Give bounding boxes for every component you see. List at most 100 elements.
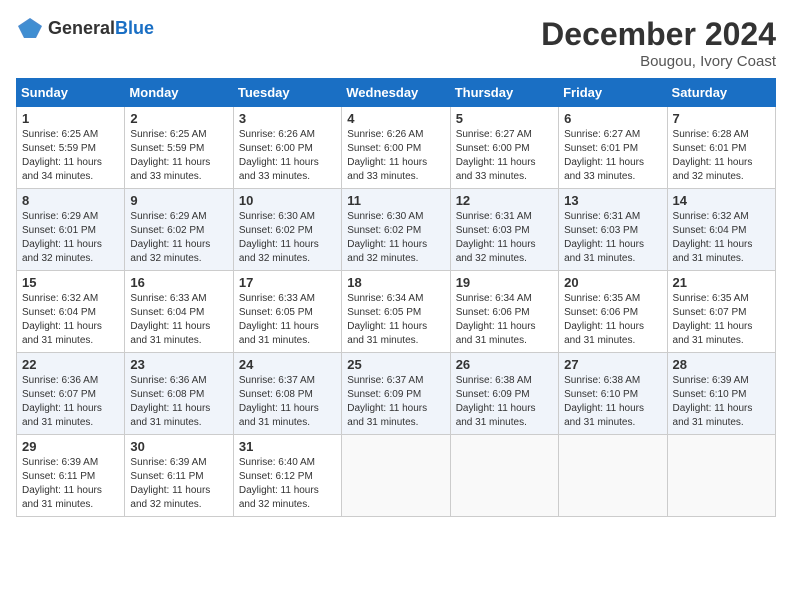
day-number: 19 [456, 275, 553, 290]
day-info: Sunrise: 6:28 AMSunset: 6:01 PMDaylight:… [673, 129, 753, 182]
day-info: Sunrise: 6:31 AMSunset: 6:03 PMDaylight:… [564, 211, 644, 264]
day-info: Sunrise: 6:32 AMSunset: 6:04 PMDaylight:… [673, 211, 753, 264]
day-number: 27 [564, 357, 661, 372]
calendar-cell: 10Sunrise: 6:30 AMSunset: 6:02 PMDayligh… [233, 189, 341, 271]
calendar-cell: 18 Sunrise: 6:34 AMSunset: 6:05 PMDayligh… [342, 271, 450, 353]
calendar-cell: 28Sunrise: 6:39 AMSunset: 6:10 PMDayligh… [667, 353, 775, 435]
calendar-header-row: SundayMondayTuesdayWednesdayThursdayFrid… [17, 79, 776, 107]
day-info: Sunrise: 6:35 AMSunset: 6:06 PMDaylight:… [564, 293, 644, 346]
day-number: 21 [673, 275, 770, 290]
day-info: Sunrise: 6:35 AMSunset: 6:07 PMDaylight:… [673, 293, 753, 346]
calendar-cell: 3 Sunrise: 6:26 AMSunset: 6:00 PMDaylight… [233, 107, 341, 189]
calendar-cell: 6 Sunrise: 6:27 AMSunset: 6:01 PMDaylight… [559, 107, 667, 189]
calendar-cell: 9 Sunrise: 6:29 AMSunset: 6:02 PMDaylight… [125, 189, 233, 271]
day-info: Sunrise: 6:36 AMSunset: 6:08 PMDaylight:… [130, 375, 210, 428]
calendar-week-row: 22Sunrise: 6:36 AMSunset: 6:07 PMDayligh… [17, 353, 776, 435]
calendar-cell: 2Sunrise: 6:25 AMSunset: 5:59 PMDaylight… [125, 107, 233, 189]
calendar-cell: 5 Sunrise: 6:27 AMSunset: 6:00 PMDaylight… [450, 107, 558, 189]
day-number: 26 [456, 357, 553, 372]
calendar-cell: 20Sunrise: 6:35 AMSunset: 6:06 PMDayligh… [559, 271, 667, 353]
title-area: December 2024 Bougou, Ivory Coast [541, 16, 776, 70]
calendar-cell: 14 Sunrise: 6:32 AMSunset: 6:04 PMDayligh… [667, 189, 775, 271]
month-title: December 2024 [541, 16, 776, 53]
day-info: Sunrise: 6:25 AMSunset: 5:59 PMDaylight:… [22, 129, 102, 182]
weekday-header-sunday: Sunday [17, 79, 125, 107]
calendar-cell: 23 Sunrise: 6:36 AMSunset: 6:08 PMDayligh… [125, 353, 233, 435]
day-info: Sunrise: 6:26 AMSunset: 6:00 PMDaylight:… [347, 129, 427, 182]
calendar-cell: 8 Sunrise: 6:29 AMSunset: 6:01 PMDaylight… [17, 189, 125, 271]
day-info: Sunrise: 6:31 AMSunset: 6:03 PMDaylight:… [456, 211, 536, 264]
day-info: Sunrise: 6:36 AMSunset: 6:07 PMDaylight:… [22, 375, 102, 428]
calendar-cell: 12 Sunrise: 6:31 AMSunset: 6:03 PMDayligh… [450, 189, 558, 271]
day-info: Sunrise: 6:27 AMSunset: 6:01 PMDaylight:… [564, 129, 644, 182]
day-number: 13 [564, 193, 661, 208]
day-number: 12 [456, 193, 553, 208]
weekday-header-saturday: Saturday [667, 79, 775, 107]
day-number: 16 [130, 275, 227, 290]
day-number: 25 [347, 357, 444, 372]
day-number: 6 [564, 111, 661, 126]
calendar-cell: 26 Sunrise: 6:38 AMSunset: 6:09 PMDayligh… [450, 353, 558, 435]
location-title: Bougou, Ivory Coast [541, 53, 776, 70]
calendar-cell: 19 Sunrise: 6:34 AMSunset: 6:06 PMDayligh… [450, 271, 558, 353]
calendar-cell [559, 435, 667, 517]
calendar-cell: 15Sunrise: 6:32 AMSunset: 6:04 PMDayligh… [17, 271, 125, 353]
day-number: 23 [130, 357, 227, 372]
day-info: Sunrise: 6:27 AMSunset: 6:00 PMDaylight:… [456, 129, 536, 182]
day-number: 18 [347, 275, 444, 290]
calendar-cell: 11 Sunrise: 6:30 AMSunset: 6:02 PMDayligh… [342, 189, 450, 271]
logo-text-general: General [48, 18, 115, 38]
day-info: Sunrise: 6:39 AMSunset: 6:11 PMDaylight:… [130, 457, 210, 510]
day-info: Sunrise: 6:37 AMSunset: 6:09 PMDaylight:… [347, 375, 427, 428]
day-info: Sunrise: 6:39 AMSunset: 6:11 PMDaylight:… [22, 457, 102, 510]
calendar-cell: 7 Sunrise: 6:28 AMSunset: 6:01 PMDaylight… [667, 107, 775, 189]
day-number: 1 [22, 111, 119, 126]
page-header: GeneralBlue December 2024 Bougou, Ivory … [16, 16, 776, 70]
day-number: 29 [22, 439, 119, 454]
day-info: Sunrise: 6:33 AMSunset: 6:04 PMDaylight:… [130, 293, 210, 346]
day-info: Sunrise: 6:34 AMSunset: 6:05 PMDaylight:… [347, 293, 427, 346]
day-number: 7 [673, 111, 770, 126]
calendar-week-row: 8 Sunrise: 6:29 AMSunset: 6:01 PMDaylight… [17, 189, 776, 271]
day-info: Sunrise: 6:30 AMSunset: 6:02 PMDaylight:… [347, 211, 427, 264]
day-number: 31 [239, 439, 336, 454]
day-info: Sunrise: 6:37 AMSunset: 6:08 PMDaylight:… [239, 375, 319, 428]
day-number: 4 [347, 111, 444, 126]
logo-icon [16, 16, 44, 40]
day-number: 2 [130, 111, 227, 126]
calendar-cell: 25 Sunrise: 6:37 AMSunset: 6:09 PMDayligh… [342, 353, 450, 435]
day-number: 8 [22, 193, 119, 208]
day-info: Sunrise: 6:32 AMSunset: 6:04 PMDaylight:… [22, 293, 102, 346]
day-number: 5 [456, 111, 553, 126]
logo-text-blue: Blue [115, 18, 154, 38]
calendar-week-row: 29 Sunrise: 6:39 AMSunset: 6:11 PMDayligh… [17, 435, 776, 517]
weekday-header-friday: Friday [559, 79, 667, 107]
day-info: Sunrise: 6:29 AMSunset: 6:02 PMDaylight:… [130, 211, 210, 264]
calendar-cell: 29 Sunrise: 6:39 AMSunset: 6:11 PMDayligh… [17, 435, 125, 517]
calendar-cell: 1 Sunrise: 6:25 AMSunset: 5:59 PMDaylight… [17, 107, 125, 189]
day-number: 11 [347, 193, 444, 208]
calendar-cell [667, 435, 775, 517]
calendar-cell: 31 Sunrise: 6:40 AMSunset: 6:12 PMDayligh… [233, 435, 341, 517]
day-number: 10 [239, 193, 336, 208]
day-number: 3 [239, 111, 336, 126]
calendar-cell: 17Sunrise: 6:33 AMSunset: 6:05 PMDayligh… [233, 271, 341, 353]
day-info: Sunrise: 6:38 AMSunset: 6:09 PMDaylight:… [456, 375, 536, 428]
day-number: 9 [130, 193, 227, 208]
calendar-cell: 22Sunrise: 6:36 AMSunset: 6:07 PMDayligh… [17, 353, 125, 435]
day-number: 30 [130, 439, 227, 454]
calendar-week-row: 1 Sunrise: 6:25 AMSunset: 5:59 PMDaylight… [17, 107, 776, 189]
calendar-cell: 16 Sunrise: 6:33 AMSunset: 6:04 PMDayligh… [125, 271, 233, 353]
day-info: Sunrise: 6:26 AMSunset: 6:00 PMDaylight:… [239, 129, 319, 182]
weekday-header-wednesday: Wednesday [342, 79, 450, 107]
day-info: Sunrise: 6:40 AMSunset: 6:12 PMDaylight:… [239, 457, 319, 510]
day-info: Sunrise: 6:29 AMSunset: 6:01 PMDaylight:… [22, 211, 102, 264]
calendar-table: SundayMondayTuesdayWednesdayThursdayFrid… [16, 78, 776, 517]
calendar-cell: 30 Sunrise: 6:39 AMSunset: 6:11 PMDayligh… [125, 435, 233, 517]
weekday-header-tuesday: Tuesday [233, 79, 341, 107]
day-info: Sunrise: 6:34 AMSunset: 6:06 PMDaylight:… [456, 293, 536, 346]
calendar-week-row: 15Sunrise: 6:32 AMSunset: 6:04 PMDayligh… [17, 271, 776, 353]
weekday-header-thursday: Thursday [450, 79, 558, 107]
calendar-cell: 27Sunrise: 6:38 AMSunset: 6:10 PMDayligh… [559, 353, 667, 435]
day-number: 14 [673, 193, 770, 208]
